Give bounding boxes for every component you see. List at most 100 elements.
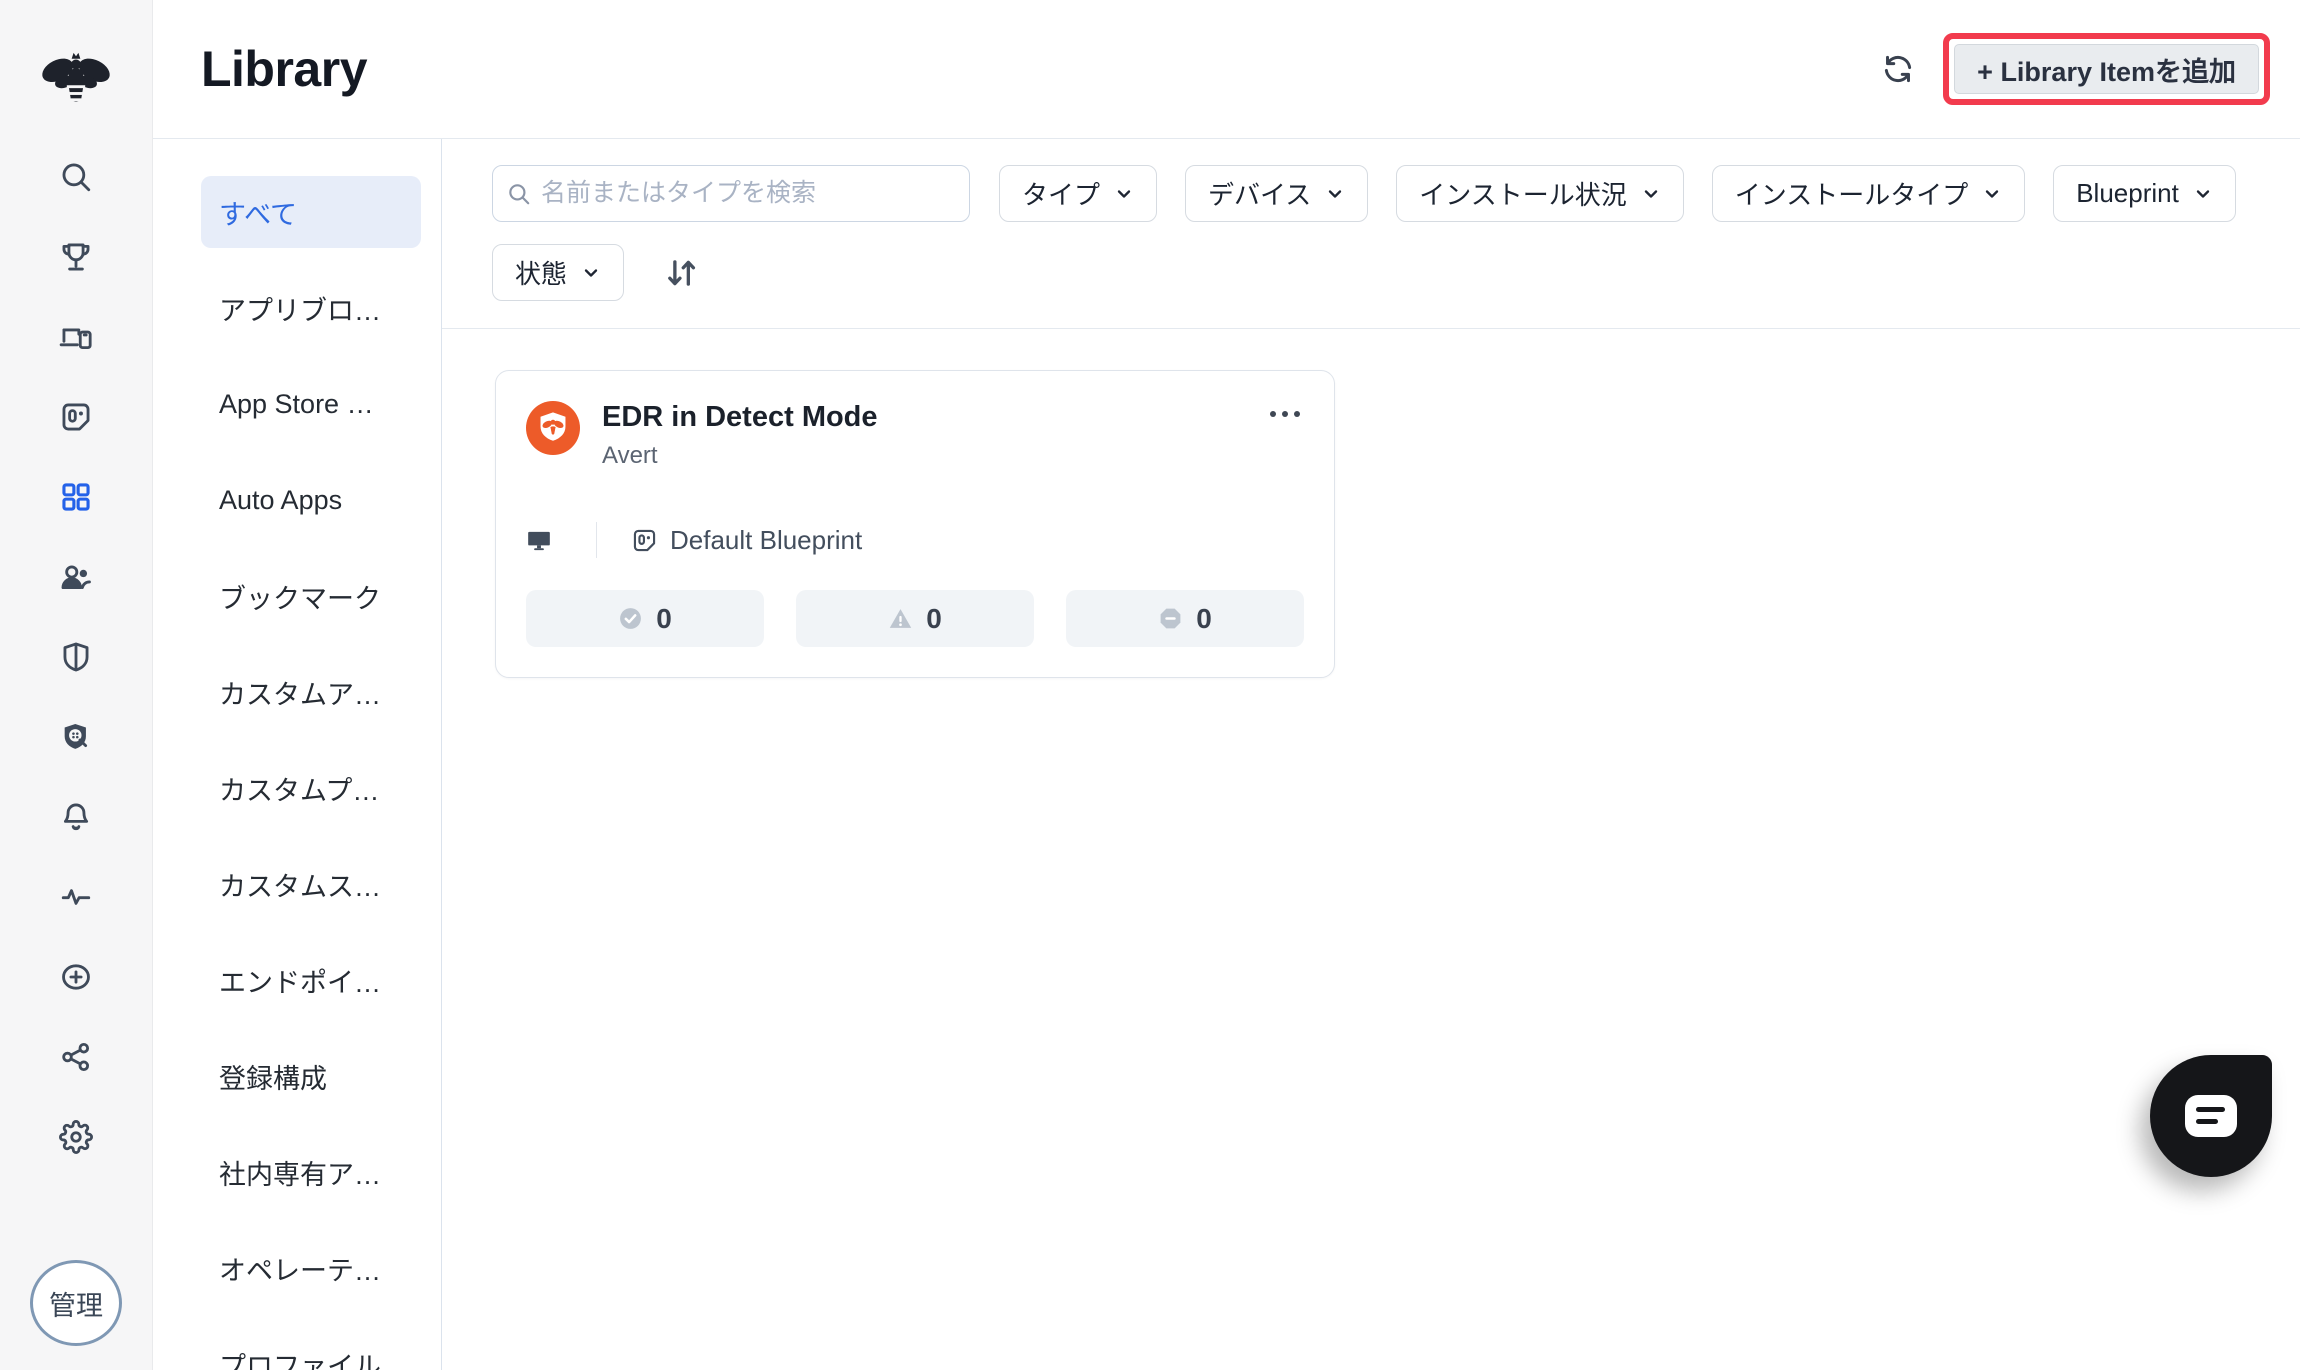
chevron-down-icon [1329, 189, 1342, 198]
license-icon[interactable] [54, 400, 98, 434]
add-circle-icon[interactable] [54, 960, 98, 994]
library-item-title: EDR in Detect Mode [602, 401, 878, 433]
check-circle-icon [620, 608, 642, 630]
library-item-card[interactable]: EDR in Detect Mode Avert Default Bluepri… [495, 370, 1335, 679]
filter-status-dropdown[interactable]: 状態 [492, 244, 625, 301]
devices-icon[interactable] [54, 320, 98, 354]
threat-scan-icon[interactable] [54, 720, 98, 754]
page-title: Library [201, 41, 368, 97]
category-label: カスタムス… [219, 871, 381, 902]
filter-type-dropdown[interactable]: タイプ [999, 165, 1158, 222]
main-area: Library + Library Itemを追加 すべて アプリブロ… App… [153, 0, 2300, 1370]
category-item: App Store … [153, 356, 441, 452]
shield-icon[interactable] [54, 640, 98, 674]
avert-shield-icon [526, 401, 580, 455]
header-actions: + Library Itemを追加 [1881, 0, 2270, 138]
category-pill[interactable]: カスタムプ… [201, 752, 421, 824]
category-label: Auto Apps [219, 484, 343, 515]
category-item: エンドポイ… [153, 932, 441, 1028]
filter-blueprint-dropdown[interactable]: Blueprint [2053, 165, 2236, 222]
more-options-icon[interactable] [1266, 401, 1304, 427]
filter-label: Blueprint [2076, 178, 2179, 208]
sort-arrows-icon[interactable] [660, 251, 704, 295]
icon-rail: 管理 [0, 0, 153, 1370]
category-item: オペレーテ… [153, 1220, 441, 1316]
category-label: カスタムプ… [219, 775, 380, 806]
search-icon[interactable] [54, 160, 98, 194]
filter-label: デバイス [1208, 180, 1312, 210]
pulse-icon[interactable] [54, 880, 98, 914]
category-pill[interactable]: 社内専有ア… [201, 1136, 421, 1208]
settings-gear-icon[interactable] [54, 1120, 98, 1154]
category-sidebar: すべて アプリブロ… App Store … Auto Apps ブックマーク … [153, 139, 442, 1370]
card-titles: EDR in Detect Mode Avert [602, 401, 1266, 470]
category-label: エンドポイ… [219, 967, 381, 998]
refresh-icon[interactable] [1881, 52, 1915, 86]
chevron-down-icon [1644, 189, 1657, 198]
category-item: カスタムア… [153, 644, 441, 740]
category-label: App Store … [219, 388, 374, 419]
category-pill[interactable]: ブックマーク [201, 560, 421, 632]
users-icon[interactable] [54, 560, 98, 594]
filter-label: 状態 [515, 259, 568, 289]
search-input-icon [509, 183, 530, 204]
blueprint-badge-icon [633, 529, 656, 551]
category-item: カスタムプ… [153, 740, 441, 836]
category-pill[interactable]: プロファイル [201, 1328, 421, 1370]
category-label: カスタムア… [219, 679, 381, 710]
page-header: Library + Library Itemを追加 [153, 0, 2300, 139]
category-pill[interactable]: Auto Apps [201, 464, 421, 536]
category-label: オペレーテ… [219, 1255, 381, 1286]
category-label: 社内専有ア… [219, 1159, 381, 1190]
category-item: カスタムス… [153, 836, 441, 932]
integrations-icon[interactable] [54, 1040, 98, 1074]
category-pill[interactable]: カスタムス… [201, 848, 421, 920]
stat-success-count: 0 [656, 602, 672, 634]
stat-blocked-count: 0 [1196, 602, 1212, 634]
category-item: アプリブロ… [153, 260, 441, 356]
chat-bubble-icon [2185, 1095, 2237, 1137]
filter-row-2: 状態 [492, 244, 2270, 301]
filter-row-1: タイプ デバイス インストール状況 インストールタイプ [492, 165, 2270, 222]
add-library-item-button[interactable]: + Library Itemを追加 [1954, 44, 2259, 94]
category-pill[interactable]: App Store … [201, 368, 421, 440]
category-label: 登録構成 [219, 1063, 327, 1094]
bell-icon[interactable] [54, 800, 98, 834]
library-content: タイプ デバイス インストール状況 インストールタイプ [442, 139, 2300, 1370]
chat-launcher[interactable] [2150, 1055, 2272, 1177]
annotation-highlight-box: + Library Itemを追加 [1943, 33, 2270, 105]
search-input[interactable] [492, 165, 970, 222]
blueprint-name: Default Blueprint [670, 524, 863, 555]
minus-octagon-icon [1160, 608, 1181, 629]
category-pill[interactable]: 登録構成 [201, 1040, 421, 1112]
filter-label: タイプ [1022, 180, 1101, 210]
chevron-down-icon [2196, 189, 2210, 198]
category-pill[interactable]: エンドポイ… [201, 944, 421, 1016]
mac-monitor-icon [528, 532, 550, 551]
chevron-down-icon [1986, 189, 1999, 198]
filter-bar: タイプ デバイス インストール状況 インストールタイプ [442, 139, 2300, 329]
stat-success: 0 [526, 590, 764, 648]
admin-avatar-label: 管理 [49, 1290, 103, 1321]
filter-install-type-dropdown[interactable]: インストールタイプ [1711, 165, 2026, 222]
library-item-subtitle: Avert [602, 442, 658, 470]
category-label: アプリブロ… [219, 295, 381, 326]
stat-warning: 0 [796, 590, 1034, 648]
card-meta-row: Default Blueprint [526, 522, 1304, 559]
admin-avatar[interactable]: 管理 [30, 1260, 122, 1346]
category-pill-all[interactable]: すべて [201, 176, 421, 248]
category-pill[interactable]: カスタムア… [201, 656, 421, 728]
category-item: 登録構成 [153, 1028, 441, 1124]
library-grid-icon[interactable] [54, 480, 98, 514]
search-field-wrap [492, 165, 970, 222]
filter-install-status-dropdown[interactable]: インストール状況 [1396, 165, 1684, 222]
library-body: すべて アプリブロ… App Store … Auto Apps ブックマーク … [153, 139, 2300, 1370]
filter-device-dropdown[interactable]: デバイス [1185, 165, 1369, 222]
category-pill[interactable]: アプリブロ… [201, 272, 421, 344]
category-pill[interactable]: オペレーテ… [201, 1232, 421, 1304]
kandji-bee-logo[interactable] [37, 50, 115, 108]
category-label: ブックマーク [219, 583, 381, 614]
trophy-icon[interactable] [54, 240, 98, 274]
category-item: 社内専有ア… [153, 1124, 441, 1220]
category-label: すべて [219, 199, 298, 230]
